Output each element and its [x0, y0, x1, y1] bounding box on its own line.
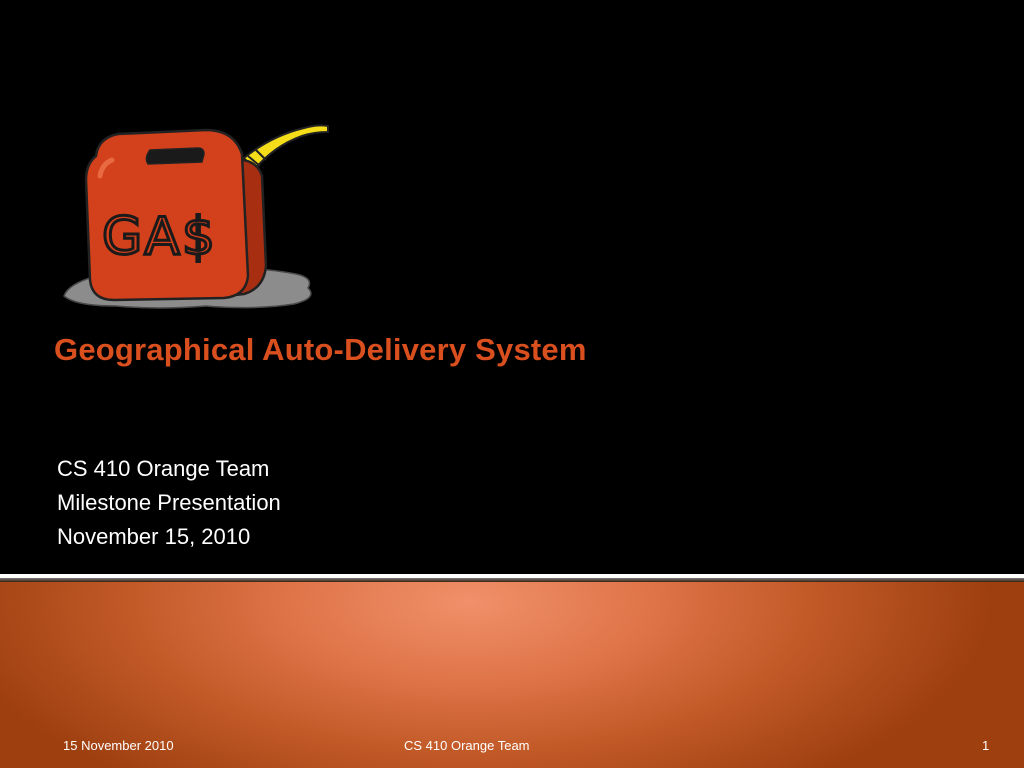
gas-can-icon: GA$ [63, 124, 329, 309]
slide-subtitle: CS 410 Orange Team Milestone Presentatio… [57, 452, 281, 554]
logo-text: GA$ [102, 207, 217, 267]
footer-page-number: 1 [982, 738, 990, 753]
footer-team: CS 410 Orange Team [404, 738, 530, 753]
subtitle-line-event: Milestone Presentation [57, 490, 281, 515]
slide-title: Geographical Auto-Delivery System [54, 332, 587, 367]
subtitle-line-team: CS 410 Orange Team [57, 456, 270, 481]
slide-top-area: GA$ Geographical Auto-Delivery System CS… [0, 0, 1024, 574]
slide: GA$ Geographical Auto-Delivery System CS… [0, 0, 1024, 768]
handle-hole-shape [145, 147, 205, 165]
subtitle-line-date: November 15, 2010 [57, 524, 251, 549]
footer-date: 15 November 2010 [63, 738, 174, 753]
